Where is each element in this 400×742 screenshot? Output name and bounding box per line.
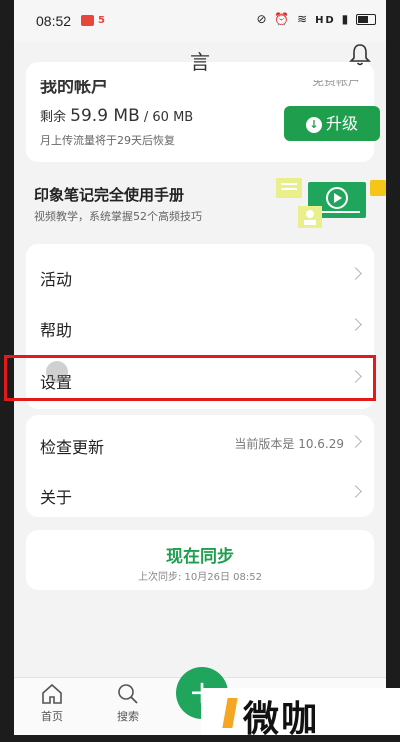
account-heading: 我的帐户 bbox=[40, 77, 108, 97]
sync-now-button[interactable]: 现在同步 bbox=[26, 542, 374, 567]
search-icon bbox=[118, 684, 138, 704]
check-update-label: 检查更新 bbox=[40, 438, 105, 457]
quota-used: 59.9 MB bbox=[70, 106, 140, 126]
home-icon bbox=[42, 683, 62, 704]
banner-title: 印象笔记完全使用手册 bbox=[34, 186, 185, 204]
wifi-icon: ≋ bbox=[297, 12, 310, 26]
manual-banner[interactable]: 印象笔记完全使用手册 视频教学，系统掌握52个高频技巧 bbox=[26, 168, 386, 238]
menu-row-activity[interactable]: 活动 bbox=[26, 249, 374, 299]
upgrade-label: 升级 bbox=[325, 114, 358, 133]
video-tutorial-illustration bbox=[276, 178, 386, 228]
app-badge-icon: 5 bbox=[98, 15, 105, 26]
chevron-right-icon bbox=[349, 485, 362, 498]
nav-search-label: 搜索 bbox=[117, 710, 139, 723]
chevron-right-icon bbox=[349, 318, 362, 331]
alarm-icon: ⏰ bbox=[274, 12, 292, 26]
nav-search[interactable]: 搜索 bbox=[108, 682, 148, 724]
banner-subtitle: 视频教学，系统掌握52个高频技巧 bbox=[34, 210, 202, 223]
app-notification-icon bbox=[81, 15, 94, 26]
page-title: 言 bbox=[190, 50, 210, 74]
quota-total: / 60 MB bbox=[143, 110, 194, 125]
chevron-right-icon bbox=[349, 267, 362, 280]
mute-icon: ⊘ bbox=[256, 12, 269, 26]
watermark-logo-mark bbox=[222, 698, 238, 728]
nav-home[interactable]: 首页 bbox=[32, 682, 72, 724]
help-label: 帮助 bbox=[40, 321, 73, 340]
current-version: 当前版本是 10.6.29 bbox=[234, 437, 344, 451]
upgrade-button[interactable]: ↓ 升级 bbox=[284, 106, 380, 141]
settings-highlight-box bbox=[4, 355, 376, 401]
menu-group-app: 检查更新 当前版本是 10.6.29 关于 bbox=[26, 415, 374, 517]
watermark-text: 微咖 bbox=[243, 699, 320, 740]
upgrade-icon: ↓ bbox=[305, 116, 322, 133]
chevron-right-icon bbox=[349, 435, 362, 448]
nav-home-label: 首页 bbox=[41, 710, 63, 723]
status-icons: ⊘ ⏰ ≋ HD ▮ bbox=[256, 12, 376, 26]
last-sync-time: 上次同步: 10月26日 08:52 bbox=[138, 572, 262, 583]
about-label: 关于 bbox=[40, 488, 73, 507]
signal-icon: ▮ bbox=[341, 12, 351, 26]
quota-prefix: 剩余 bbox=[40, 110, 67, 125]
status-bar: 08:52 5 ⊘ ⏰ ≋ HD ▮ bbox=[14, 0, 386, 42]
quota-remaining: 剩余 59.9 MB / 60 MB bbox=[40, 106, 193, 126]
battery-icon bbox=[356, 14, 376, 25]
sync-card[interactable]: 现在同步 上次同步: 10月26日 08:52 bbox=[26, 530, 374, 590]
watermark: 微咖 bbox=[201, 688, 400, 740]
bell-icon[interactable] bbox=[348, 42, 372, 68]
activity-label: 活动 bbox=[40, 270, 73, 289]
header: 言 bbox=[14, 42, 386, 74]
network-label: HD bbox=[315, 15, 336, 26]
account-card: 我的帐户 免费帐户 剩余 59.9 MB / 60 MB 月上传流量将于29天后… bbox=[26, 62, 380, 162]
status-time: 08:52 bbox=[36, 13, 72, 29]
menu-row-help[interactable]: 帮助 bbox=[26, 300, 374, 350]
menu-row-about[interactable]: 关于 bbox=[26, 467, 374, 517]
quota-note: 月上传流量将于29天后恢复 bbox=[40, 134, 175, 147]
menu-row-check-update[interactable]: 检查更新 当前版本是 10.6.29 bbox=[26, 417, 374, 467]
